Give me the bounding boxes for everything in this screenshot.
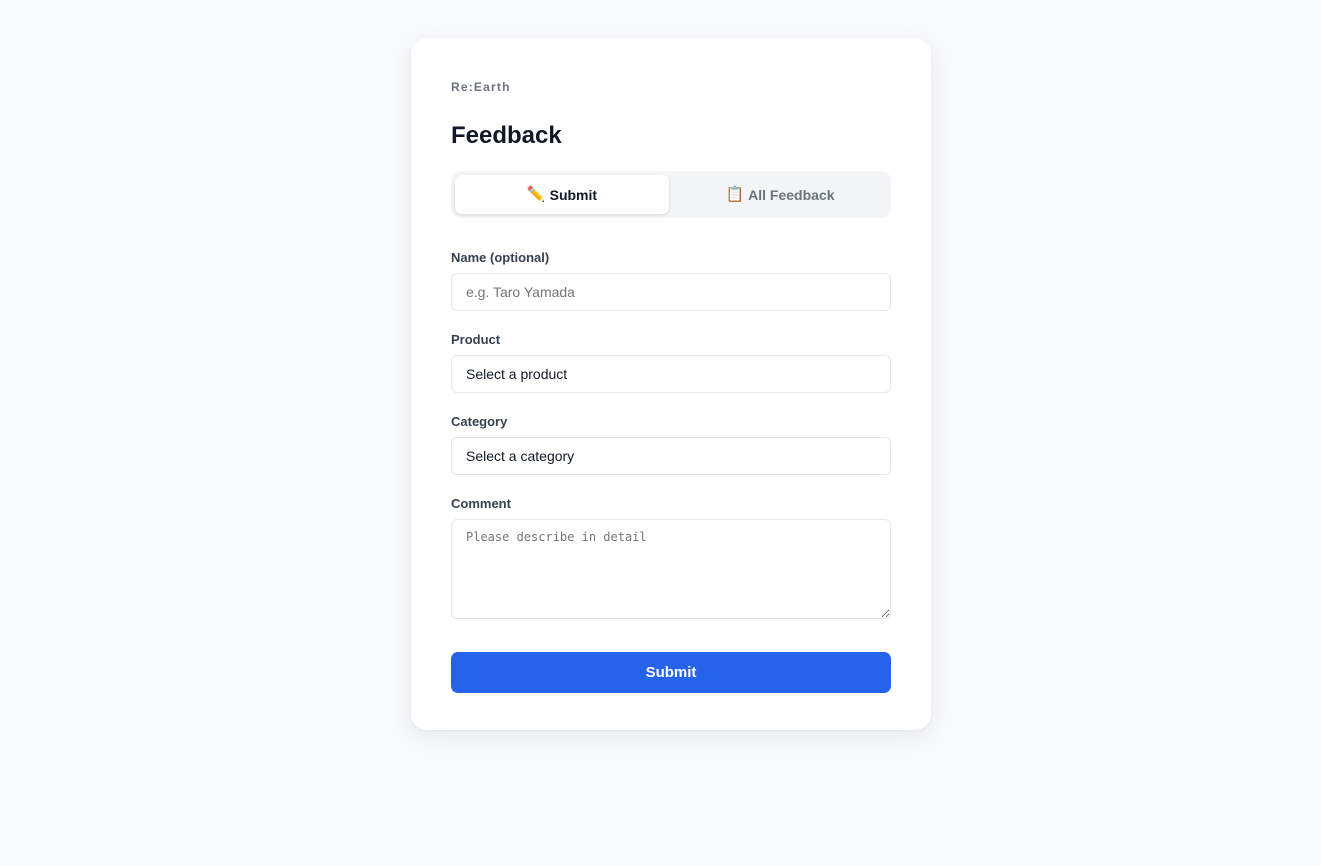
category-select[interactable]: Select a category [451, 437, 891, 475]
tab-submit-label: Submit [549, 186, 598, 203]
submit-button[interactable]: Submit [451, 652, 891, 693]
comment-textarea[interactable] [451, 519, 891, 619]
feedback-card: Re:Earth Feedback ✏️ Submit 📋 All Feedba… [411, 38, 931, 730]
name-input[interactable] [451, 273, 891, 311]
clipboard-icon: 📋 [725, 185, 745, 203]
tab-all-feedback[interactable]: 📋 All Feedback [673, 175, 887, 214]
tab-submit[interactable]: ✏️ Submit [455, 175, 669, 214]
product-select-value: Select a product [466, 366, 568, 382]
brand-label: Re:Earth [451, 80, 511, 94]
pencil-icon: ✏️ [526, 185, 546, 203]
product-label: Product [451, 332, 501, 347]
comment-label: Comment [451, 496, 511, 511]
name-label: Name (optional) [451, 250, 550, 265]
tab-bar: ✏️ Submit 📋 All Feedback [451, 171, 891, 218]
tab-all-feedback-label: All Feedback [748, 186, 835, 203]
page-title: Feedback [451, 122, 562, 149]
category-select-value: Select a category [466, 448, 575, 464]
category-label: Category [451, 414, 508, 429]
product-select[interactable]: Select a product [451, 355, 891, 393]
